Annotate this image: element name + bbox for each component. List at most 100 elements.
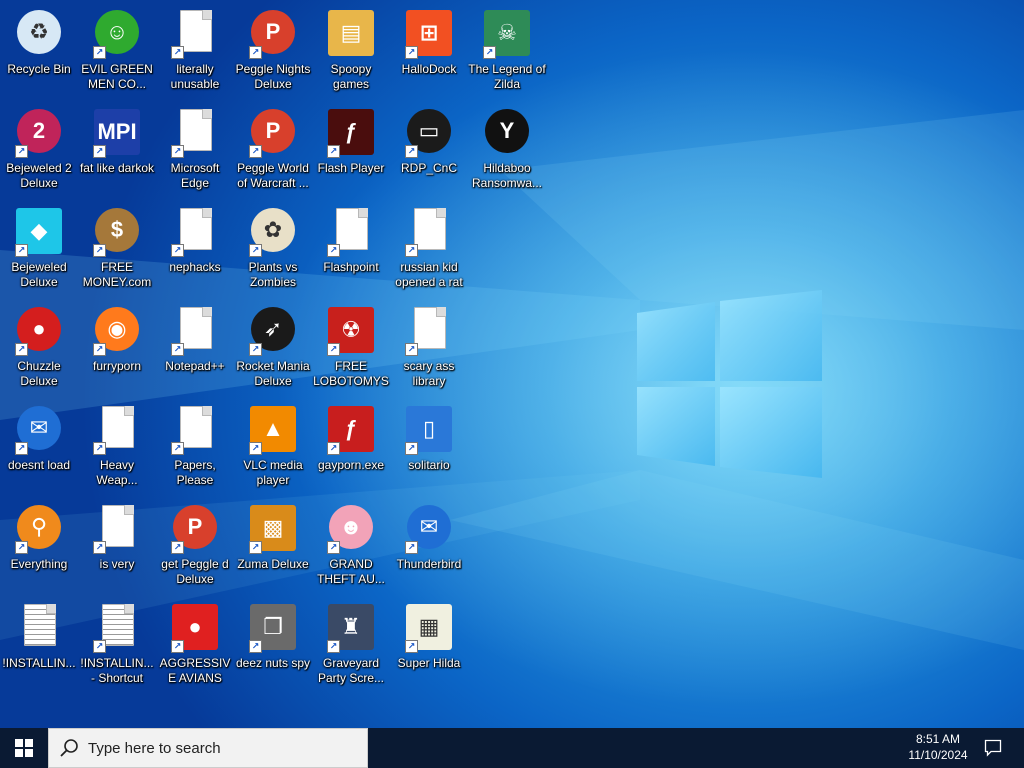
shortcut-arrow-icon: ↗ (249, 343, 262, 356)
desktop-icon-label: AGGRESSIVE AVIANS (159, 656, 231, 685)
desktop-icon[interactable]: ↗ nephacks (156, 202, 234, 298)
desktop-icon[interactable]: ▤ Spoopy games (312, 4, 390, 100)
desktop-icon[interactable]: ☢ ↗ FREE LOBOTOMYS (312, 301, 390, 397)
desktop-icon-grid: ♻ Recycle Bin ☺ ↗ EVIL GREEN MEN CO... ↗ liter… (0, 0, 560, 700)
shortcut-arrow-icon: ↗ (171, 46, 184, 59)
shortcut-arrow-icon: ↗ (15, 541, 28, 554)
notification-icon (984, 739, 1002, 757)
desktop-icon[interactable]: P ↗ Peggle Nights Deluxe (234, 4, 312, 100)
desktop-icon[interactable]: ↗ Heavy Weap... (78, 400, 156, 496)
desktop-icon[interactable]: ◉ ↗ furryporn (78, 301, 156, 397)
action-center-button[interactable] (980, 734, 1006, 762)
desktop-icon[interactable]: P ↗ Peggle World of Warcraft ... (234, 103, 312, 199)
desktop-icon[interactable]: ♻ Recycle Bin (0, 4, 78, 100)
shortcut-arrow-icon: ↗ (171, 442, 184, 455)
desktop-icon[interactable]: ↗ literally unusable (156, 4, 234, 100)
shortcut-arrow-icon: ↗ (93, 145, 106, 158)
desktop-icon[interactable]: ☠ ↗ The Legend of Zilda (468, 4, 546, 100)
desktop-icon[interactable]: ➶ ↗ Rocket Mania Deluxe (234, 301, 312, 397)
blank-document-icon (180, 10, 212, 52)
search-icon (60, 739, 78, 757)
desktop-icon[interactable]: ⚲ ↗ Everything (0, 499, 78, 595)
desktop-icon-label: russian kid opened a rat (395, 260, 463, 289)
desktop-icon[interactable]: ↗ !INSTALLIN... - Shortcut (78, 598, 156, 694)
blank-document-icon (180, 307, 212, 349)
desktop-icon[interactable]: ● ↗ Chuzzle Deluxe (0, 301, 78, 397)
blank-document-icon (414, 307, 446, 349)
desktop-icon[interactable]: ♜ ↗ Graveyard Party Scre... (312, 598, 390, 694)
desktop-icon-label: Everything (10, 557, 68, 571)
desktop-icon-label: Microsoft Edge (170, 161, 220, 190)
desktop-icon[interactable]: P ↗ get Peggle d Deluxe (156, 499, 234, 595)
desktop-icon-label: Flashpoint (323, 260, 379, 274)
desktop-icon[interactable]: ▦ ↗ Super Hilda (390, 598, 468, 694)
shortcut-arrow-icon: ↗ (15, 442, 28, 455)
desktop-icon-label: Peggle Nights Deluxe (235, 62, 311, 91)
shortcut-arrow-icon: ↗ (327, 640, 340, 653)
taskbar-clock[interactable]: 8:51 AM 11/10/2024 (896, 731, 980, 765)
shortcut-arrow-icon: ↗ (249, 244, 262, 257)
desktop-icon[interactable]: ↗ Notepad++ (156, 301, 234, 397)
desktop-icon[interactable]: Y Hildaboo Ransomwa... (468, 103, 546, 199)
desktop-icon[interactable]: MPI ↗ fat like darkok (78, 103, 156, 199)
desktop-icon[interactable]: ƒ ↗ Flash Player (312, 103, 390, 199)
desktop-icon-label: Thunderbird (396, 557, 462, 571)
desktop-icon[interactable]: ▭ ↗ RDP_CnC (390, 103, 468, 199)
desktop-icon[interactable]: ƒ ↗ gayporn.exe (312, 400, 390, 496)
desktop-icon-label: fat like darkok (79, 161, 155, 175)
search-placeholder: Type here to search (88, 740, 221, 757)
desktop-icon[interactable]: ◆ ↗ Bejeweled Deluxe (0, 202, 78, 298)
shortcut-arrow-icon: ↗ (483, 46, 496, 59)
shortcut-arrow-icon: ↗ (15, 244, 28, 257)
desktop-icon-label: Plants vs Zombies (248, 260, 298, 289)
desktop-icon[interactable]: ✉ ↗ Thunderbird (390, 499, 468, 595)
desktop-icon-label: Rocket Mania Deluxe (236, 359, 310, 388)
desktop-icon[interactable]: !INSTALLIN... (0, 598, 78, 694)
shortcut-arrow-icon: ↗ (15, 343, 28, 356)
shortcut-arrow-icon: ↗ (249, 145, 262, 158)
desktop-icon[interactable]: ● ↗ AGGRESSIVE AVIANS (156, 598, 234, 694)
desktop-icon[interactable]: ☻ ↗ GRAND THEFT AU... (312, 499, 390, 595)
desktop-icon[interactable]: ↗ Flashpoint (312, 202, 390, 298)
blank-document-icon (102, 406, 134, 448)
desktop-icon[interactable]: ▩ ↗ Zuma Deluxe (234, 499, 312, 595)
shortcut-arrow-icon: ↗ (171, 541, 184, 554)
desktop-icon-label: !INSTALLIN... (2, 656, 76, 670)
desktop-icon[interactable]: ✉ ↗ doesnt load (0, 400, 78, 496)
shortcut-arrow-icon: ↗ (171, 640, 184, 653)
desktop-icon-label: Graveyard Party Scre... (317, 656, 385, 685)
desktop-icon[interactable]: ☺ ↗ EVIL GREEN MEN CO... (78, 4, 156, 100)
desktop-icon[interactable]: $ ↗ FREE MONEY.com (78, 202, 156, 298)
desktop-icon-label: Heavy Weap... (96, 458, 138, 487)
desktop-icon-label: Papers, Please (174, 458, 216, 487)
desktop-icon-label: Recycle Bin (7, 62, 71, 76)
desktop-icon[interactable]: ↗ Microsoft Edge (156, 103, 234, 199)
desktop-icon[interactable]: ↗ is very (78, 499, 156, 595)
shortcut-arrow-icon: ↗ (171, 244, 184, 257)
desktop-icon-label: Hildaboo Ransomwa... (471, 161, 543, 190)
desktop-icon[interactable]: ⊞ ↗ HalloDock (390, 4, 468, 100)
desktop-icon[interactable]: ✿ ↗ Plants vs Zombies (234, 202, 312, 298)
desktop-icon[interactable]: ↗ Papers, Please (156, 400, 234, 496)
start-button[interactable] (0, 728, 48, 768)
blank-document-icon (102, 505, 134, 547)
desktop-icon[interactable]: ↗ russian kid opened a rat (390, 202, 468, 298)
blank-document-icon (180, 109, 212, 151)
desktop-icon-label: furryporn (92, 359, 142, 373)
desktop-icon[interactable]: ❐ ↗ deez nuts spy (234, 598, 312, 694)
desktop-icon-label: scary ass library (403, 359, 455, 388)
shortcut-arrow-icon: ↗ (405, 145, 418, 158)
desktop-icon-label: literally unusable (170, 62, 220, 91)
desktop-icon[interactable]: ↗ scary ass library (390, 301, 468, 397)
taskbar-search-box[interactable]: Type here to search (48, 728, 368, 768)
desktop-icon[interactable]: 2 ↗ Bejeweled 2 Deluxe (0, 103, 78, 199)
shortcut-arrow-icon: ↗ (93, 244, 106, 257)
taskbar: Type here to search 8:51 AM 11/10/2024 (0, 728, 1024, 768)
desktop-icon-label: FREE LOBOTOMYS (313, 359, 389, 388)
desktop-icon[interactable]: ▯ ↗ solitario (390, 400, 468, 496)
desktop-icon-label: GRAND THEFT AU... (317, 557, 385, 586)
desktop-icon-label: gayporn.exe (317, 458, 385, 472)
blank-document-icon (180, 406, 212, 448)
desktop-icon[interactable]: ▲ ↗ VLC media player (234, 400, 312, 496)
shortcut-arrow-icon: ↗ (93, 541, 106, 554)
